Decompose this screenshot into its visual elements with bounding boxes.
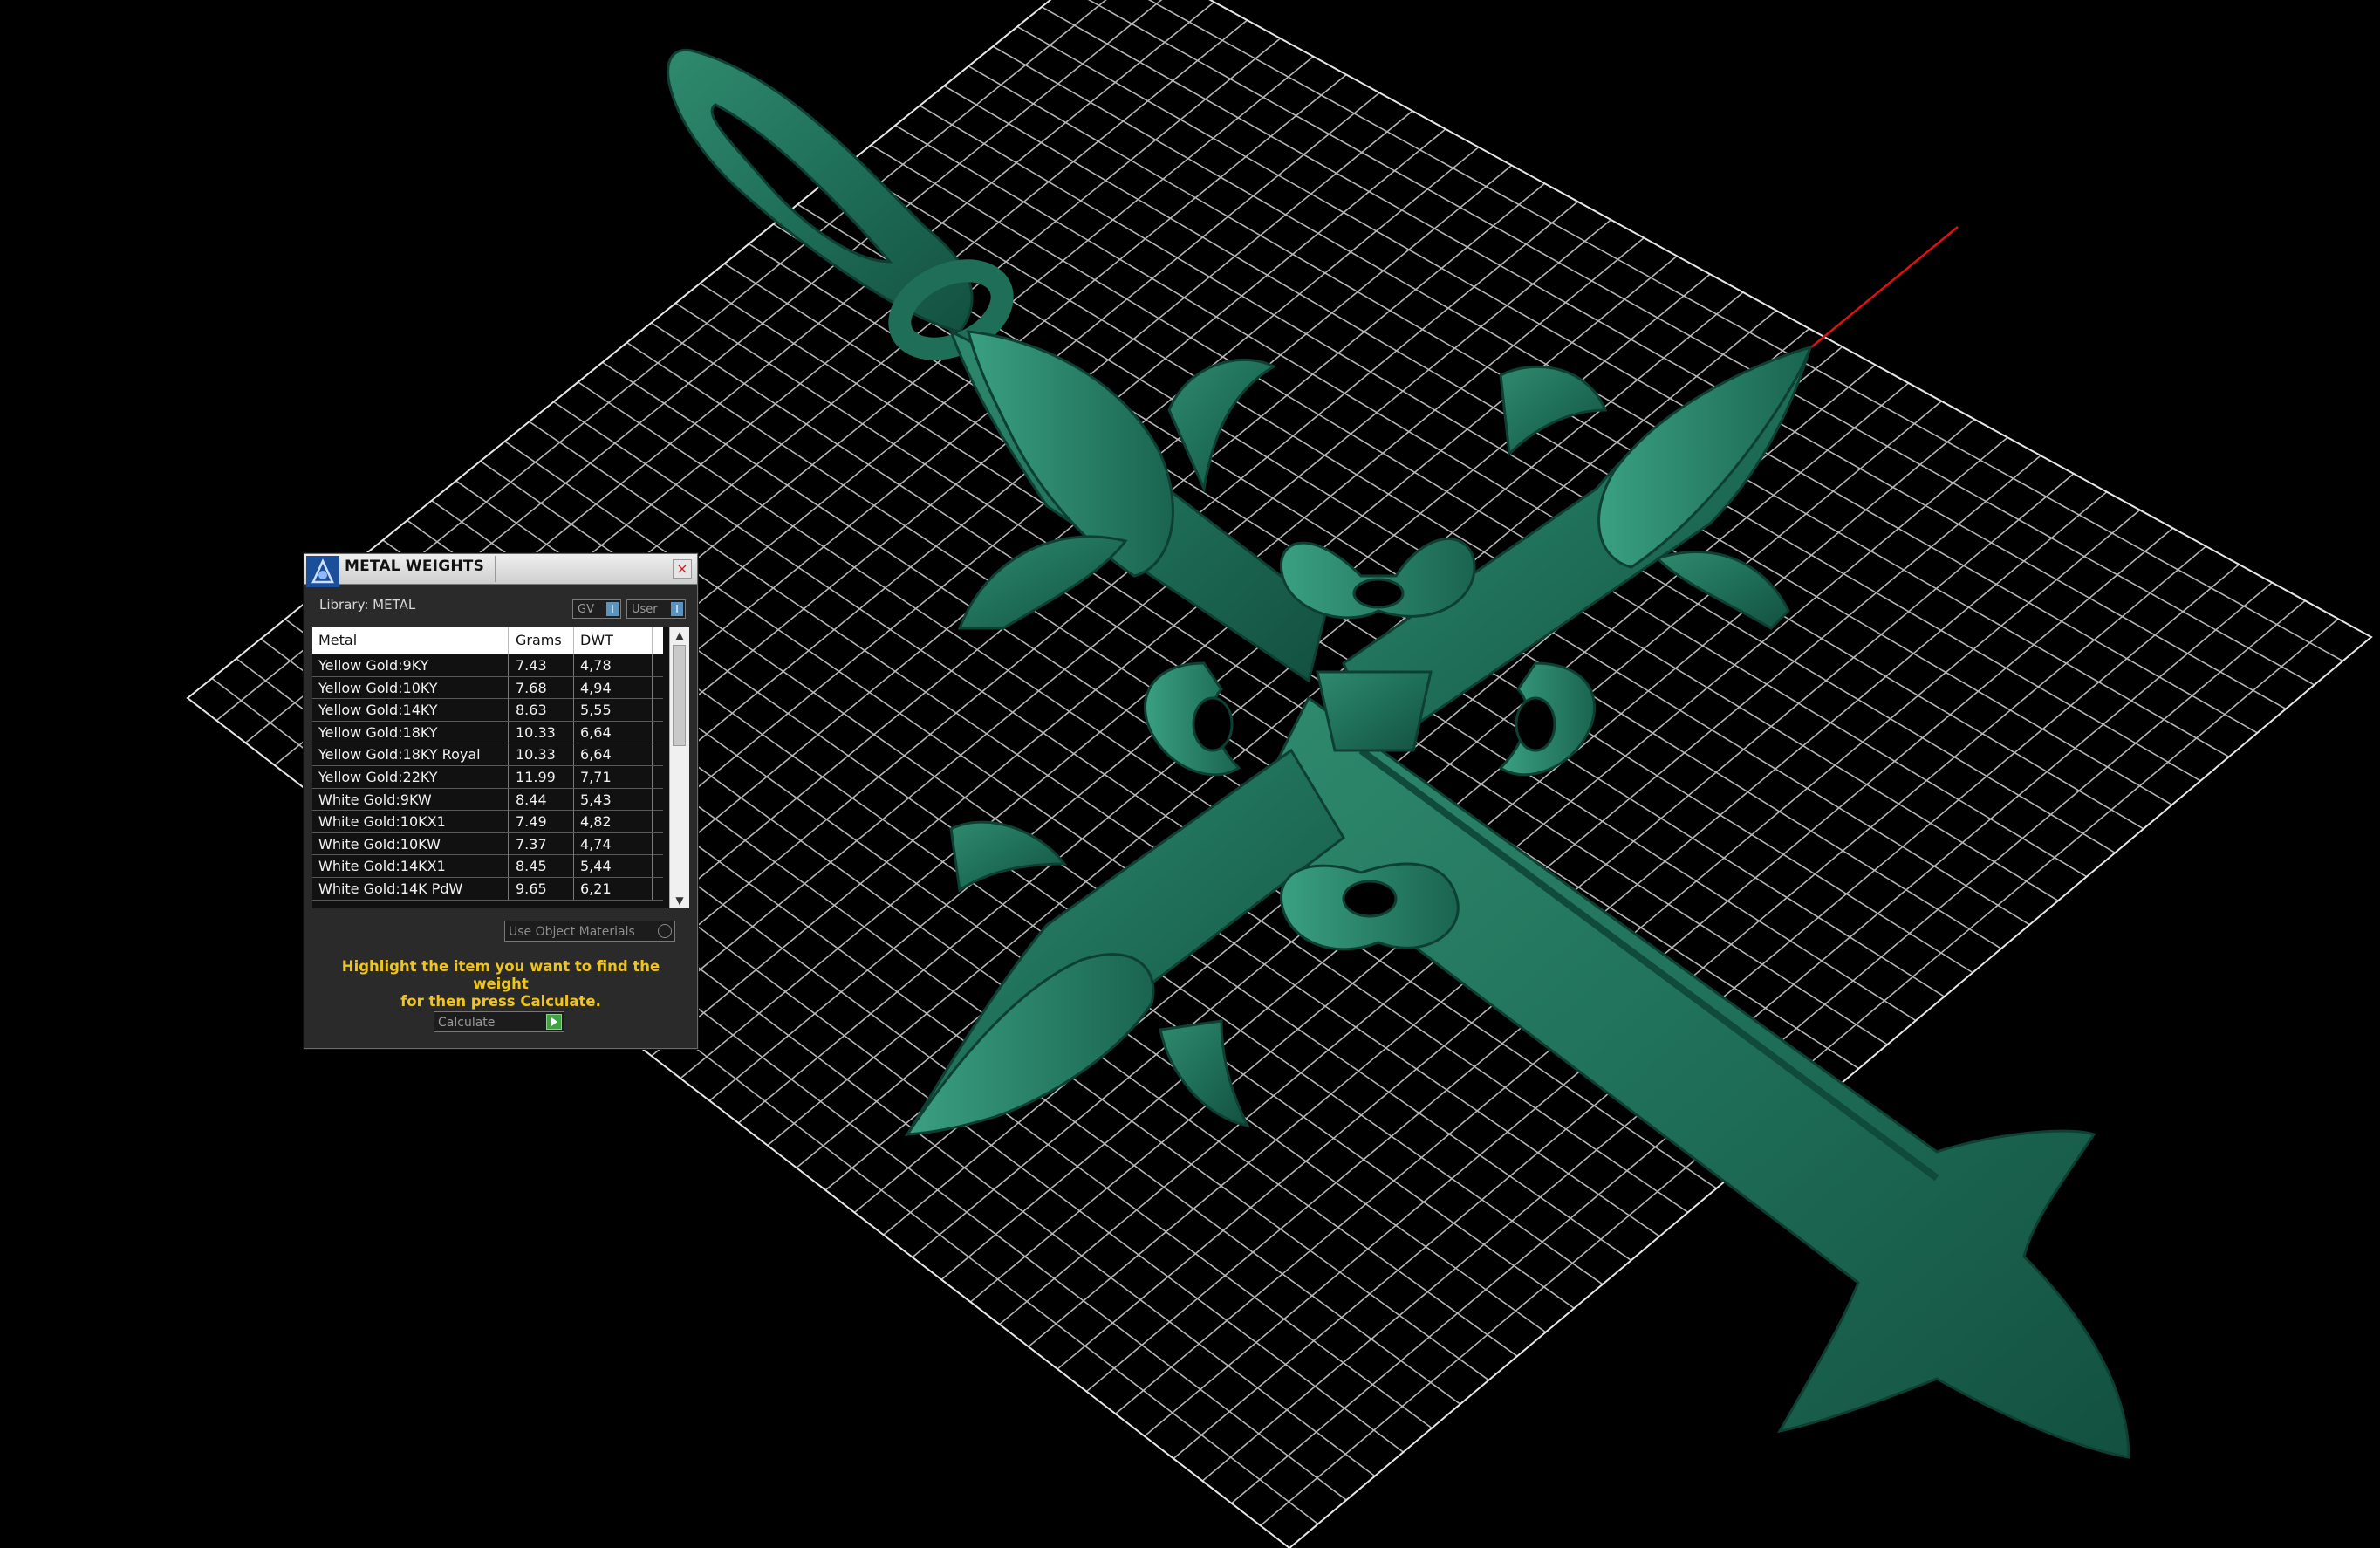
- gv-toggle[interactable]: GV I: [572, 599, 621, 619]
- metal-cell: Yellow Gold:18KY Royal: [312, 743, 509, 766]
- grams-cell: 7.37: [510, 832, 574, 855]
- use-object-materials-label: Use Object Materials: [509, 925, 635, 939]
- table-row[interactable]: White Gold:9KW 8.44 5,43: [312, 788, 663, 812]
- use-object-materials-button[interactable]: Use Object Materials: [504, 921, 675, 942]
- dwt-cell: 5,55: [574, 699, 653, 722]
- instruction-text: Highlight the item you want to find the …: [317, 958, 685, 1010]
- table-scrollbar[interactable]: ▲ ▼: [669, 627, 689, 908]
- use-object-materials-checkbox[interactable]: [658, 924, 672, 938]
- metal-cell: Yellow Gold:22KY: [312, 765, 509, 788]
- grams-cell: 10.33: [510, 743, 574, 766]
- dwt-cell: 6,64: [574, 743, 653, 766]
- grams-cell: 7.68: [510, 676, 574, 699]
- fleur-lower-left-side-a: [949, 820, 1068, 893]
- dwt-cell: 4,94: [574, 676, 653, 699]
- x-axis-line: [1810, 226, 1959, 348]
- fleur-upper-left-side-a: [957, 535, 1128, 630]
- grams-cell: 11.99: [510, 765, 574, 788]
- grams-cell: 9.65: [510, 877, 574, 900]
- instruction-line-1: Highlight the item you want to find the …: [341, 958, 660, 992]
- instruction-line-2: for then press Calculate.: [400, 993, 601, 1010]
- calculate-button[interactable]: Calculate: [434, 1011, 564, 1032]
- fleur-upper-right-side-a: [1499, 365, 1608, 457]
- grams-cell: 8.45: [510, 855, 574, 878]
- metal-weights-dialog[interactable]: METAL WEIGHTS × Library: METAL GV I User…: [304, 553, 698, 1049]
- 3d-viewport[interactable]: METAL WEIGHTS × Library: METAL GV I User…: [0, 0, 2380, 1548]
- user-toggle[interactable]: User I: [626, 599, 686, 619]
- table-row[interactable]: White Gold:10KW 7.37 4,74: [312, 832, 663, 856]
- column-header-grams[interactable]: Grams: [510, 627, 574, 654]
- dwt-cell: 6,21: [574, 877, 653, 900]
- cross-pendant-model[interactable]: [667, 49, 2130, 1459]
- play-arrow-icon[interactable]: [546, 1014, 562, 1030]
- metal-cell: White Gold:10KW: [312, 832, 509, 855]
- grams-cell: 7.49: [510, 811, 574, 833]
- metal-cell: Yellow Gold:10KY: [312, 676, 509, 699]
- fleur-upper-right-side-b: [1655, 551, 1790, 630]
- cross-long-arm: [1246, 695, 2130, 1459]
- metal-cell: White Gold:9KW: [312, 788, 509, 811]
- table-row[interactable]: Yellow Gold:9KY 7.43 4,78: [312, 654, 663, 677]
- dialog-titlebar[interactable]: METAL WEIGHTS ×: [304, 554, 697, 587]
- metal-cell: White Gold:14KX1: [312, 855, 509, 878]
- grams-cell: 8.63: [510, 699, 574, 722]
- grams-cell: 10.33: [510, 721, 574, 743]
- table-row[interactable]: Yellow Gold:18KY 10.33 6,64: [312, 721, 663, 744]
- titlebar-divider: [495, 556, 496, 582]
- table-row[interactable]: Yellow Gold:10KY 7.68 4,94: [312, 676, 663, 700]
- dwt-cell: 4,78: [574, 654, 653, 676]
- scroll-down-icon[interactable]: ▼: [670, 893, 689, 908]
- scrollbar-thumb[interactable]: [673, 645, 686, 746]
- user-toggle-label: User: [632, 603, 658, 616]
- fleur-lower-left-side-b: [1159, 1019, 1250, 1128]
- dwt-cell: 6,64: [574, 721, 653, 743]
- close-icon[interactable]: ×: [673, 559, 692, 579]
- library-label: Library: METAL: [319, 597, 416, 613]
- metal-cell: White Gold:14K PdW: [312, 877, 509, 900]
- table-row[interactable]: White Gold:14K PdW 9.65 6,21: [312, 877, 663, 901]
- grams-cell: 8.44: [510, 788, 574, 811]
- app-logo-icon: [306, 556, 339, 587]
- dwt-cell: 5,44: [574, 855, 653, 878]
- calculate-label: Calculate: [438, 1016, 496, 1030]
- table-header: Metal Grams DWT: [312, 627, 663, 654]
- table-row[interactable]: Yellow Gold:14KY 8.63 5,55: [312, 699, 663, 722]
- column-header-dwt[interactable]: DWT: [574, 627, 653, 654]
- dwt-cell: 4,74: [574, 832, 653, 855]
- scroll-up-icon[interactable]: ▲: [670, 627, 689, 643]
- grams-cell: 7.43: [510, 654, 574, 676]
- column-header-metal[interactable]: Metal: [312, 627, 509, 654]
- table-row[interactable]: White Gold:14KX1 8.45 5,44: [312, 855, 663, 878]
- gv-info-icon: I: [606, 602, 619, 616]
- grid-line: [1114, 0, 2371, 638]
- metal-cell: Yellow Gold:18KY: [312, 721, 509, 743]
- dwt-cell: 5,43: [574, 788, 653, 811]
- table-body: Yellow Gold:9KY 7.43 4,78 Yellow Gold:10KY…: [312, 654, 663, 901]
- table-row[interactable]: Yellow Gold:22KY 11.99 7,71: [312, 765, 663, 789]
- metal-cell: Yellow Gold:9KY: [312, 654, 509, 676]
- metal-cell: White Gold:10KX1: [312, 811, 509, 833]
- metal-cell: Yellow Gold:14KY: [312, 699, 509, 722]
- dialog-title: METAL WEIGHTS: [345, 558, 485, 575]
- gv-toggle-label: GV: [578, 603, 594, 616]
- user-info-icon: I: [671, 602, 683, 616]
- metal-weights-table[interactable]: Metal Grams DWT Yellow Gold:9KY 7.43 4,78 …: [312, 627, 689, 908]
- table-row[interactable]: Yellow Gold:18KY Royal 10.33 6,64: [312, 743, 663, 766]
- fleur-upper-left-side-b: [1167, 358, 1277, 494]
- dwt-cell: 7,71: [574, 765, 653, 788]
- dwt-cell: 4,82: [574, 811, 653, 833]
- table-row[interactable]: White Gold:10KX1 7.49 4,82: [312, 811, 663, 833]
